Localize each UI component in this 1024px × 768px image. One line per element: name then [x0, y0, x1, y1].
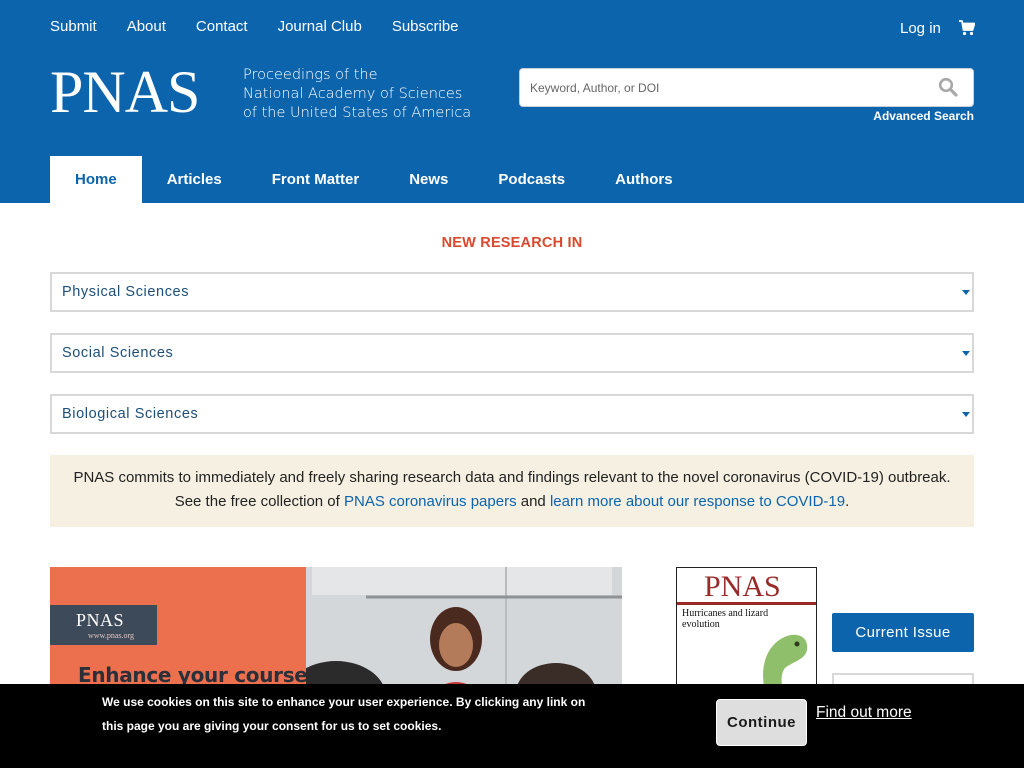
chevron-down-icon — [962, 290, 970, 295]
chevron-down-icon — [962, 412, 970, 417]
subject-label: Social Sciences — [62, 345, 174, 361]
cover-divider — [677, 602, 816, 605]
notice-text: . — [845, 493, 850, 510]
nav-link-journal-club[interactable]: Journal Club — [278, 18, 362, 35]
subject-label: Physical Sciences — [62, 284, 190, 300]
tab-front-matter[interactable]: Front Matter — [247, 156, 385, 203]
find-out-more-link[interactable]: Find out more — [816, 704, 912, 722]
notice-line-1: PNAS commits to immediately and freely s… — [73, 469, 951, 486]
new-research-heading: NEW RESEARCH IN — [441, 235, 583, 251]
subject-dropdown-biological[interactable]: Biological Sciences — [50, 394, 974, 434]
notice-text: and — [516, 493, 550, 510]
coronavirus-papers-link[interactable]: PNAS coronavirus papers — [344, 493, 517, 510]
cover-logo: PNAS — [704, 570, 781, 603]
site-header: Submit About Contact Journal Club Subscr… — [0, 0, 1024, 203]
search-input[interactable] — [530, 69, 930, 106]
tab-authors[interactable]: Authors — [590, 156, 698, 203]
main-nav: Home Articles Front Matter News Podcasts… — [50, 156, 698, 203]
nav-link-about[interactable]: About — [127, 18, 166, 35]
notice-line-2: See the free collection of PNAS coronavi… — [50, 490, 974, 514]
tagline-line: of the United States of America — [243, 105, 472, 121]
cart-icon[interactable] — [959, 20, 975, 36]
subject-dropdown-physical[interactable]: Physical Sciences — [50, 272, 974, 312]
tab-news[interactable]: News — [384, 156, 473, 203]
notice-text: See the free collection of — [174, 493, 344, 510]
chevron-down-icon — [962, 351, 970, 356]
promo-banner[interactable]: PNAS www.pnas.org Enhance your course — [50, 567, 622, 697]
tab-articles[interactable]: Articles — [142, 156, 247, 203]
pnas-logo[interactable]: PNAS — [50, 62, 200, 122]
logo-tagline: Proceedings of the National Academy of S… — [243, 66, 483, 123]
tab-podcasts[interactable]: Podcasts — [473, 156, 590, 203]
tagline-line: Proceedings of the — [243, 67, 378, 83]
utility-nav: Submit About Contact Journal Club Subscr… — [50, 18, 459, 35]
banner-logo: PNAS — [76, 610, 125, 630]
nav-link-submit[interactable]: Submit — [50, 18, 97, 35]
search-box — [519, 68, 974, 107]
subject-label: Biological Sciences — [62, 406, 199, 422]
continue-button[interactable]: Continue — [716, 699, 807, 746]
subject-dropdown-social[interactable]: Social Sciences — [50, 333, 974, 373]
tab-home[interactable]: Home — [50, 156, 142, 203]
search-icon[interactable] — [938, 77, 958, 97]
banner-url: www.pnas.org — [88, 631, 134, 640]
nav-link-subscribe[interactable]: Subscribe — [392, 18, 459, 35]
journal-cover[interactable]: PNAS Hurricanes and lizard evolution — [676, 567, 817, 697]
covid-response-link[interactable]: learn more about our response to COVID-1… — [550, 493, 845, 510]
classroom-photo — [286, 567, 622, 697]
advanced-search-link[interactable]: Advanced Search — [873, 109, 974, 123]
cookie-message: We use cookies on this site to enhance y… — [102, 695, 586, 733]
tagline-line: National Academy of Sciences — [243, 86, 463, 102]
current-issue-button[interactable]: Current Issue — [832, 613, 974, 652]
covid-notice: PNAS commits to immediately and freely s… — [50, 455, 974, 527]
login-link[interactable]: Log in — [900, 20, 941, 37]
nav-link-contact[interactable]: Contact — [196, 18, 248, 35]
cookie-banner: We use cookies on this site to enhance y… — [0, 684, 1024, 768]
classroom-illustration — [286, 567, 622, 697]
cover-title: Hurricanes and lizard evolution — [682, 608, 769, 630]
